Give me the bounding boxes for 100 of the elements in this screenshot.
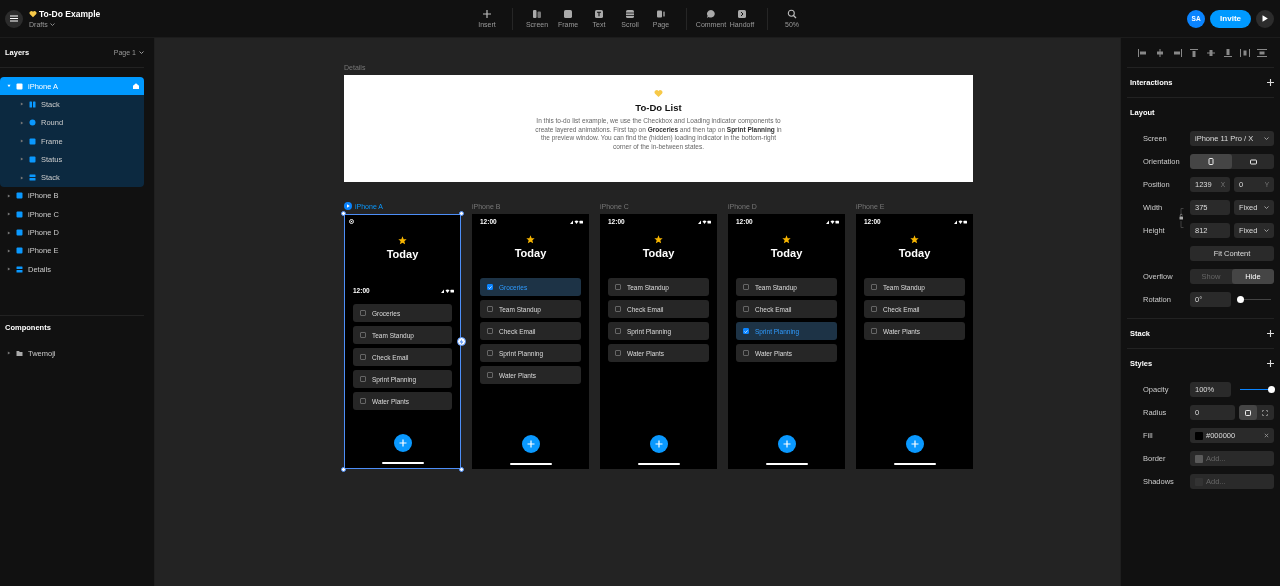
page-icon xyxy=(656,9,666,19)
distribute-horizontal-icon[interactable] xyxy=(1240,48,1250,57)
checkbox[interactable] xyxy=(487,328,493,334)
checkbox[interactable] xyxy=(487,306,493,312)
home-indicator xyxy=(893,463,936,465)
preview-button[interactable] xyxy=(1256,9,1274,28)
frame-icon xyxy=(29,137,36,145)
checkbox[interactable] xyxy=(871,306,877,312)
star-icon xyxy=(398,236,407,245)
checkbox[interactable] xyxy=(487,350,493,356)
play-icon xyxy=(344,202,352,210)
add-button[interactable] xyxy=(1267,79,1274,86)
home-indicator xyxy=(637,463,680,465)
screen-heading: Today xyxy=(770,247,803,260)
stack-icon xyxy=(29,100,36,108)
add-button[interactable] xyxy=(777,435,796,453)
resize-handle[interactable] xyxy=(341,211,346,216)
checkbox[interactable] xyxy=(615,284,621,290)
checkbox[interactable] xyxy=(743,328,749,334)
align-left-icon[interactable] xyxy=(1138,48,1148,57)
link-icon xyxy=(1179,207,1184,229)
lightning-icon xyxy=(459,338,464,345)
align-right-icon[interactable] xyxy=(1172,48,1182,57)
resize-handle[interactable] xyxy=(459,467,464,472)
resize-handle[interactable] xyxy=(341,467,346,472)
add-button[interactable] xyxy=(1267,360,1274,367)
add-button[interactable] xyxy=(649,435,668,453)
screen-heading: Today xyxy=(386,248,419,261)
orientation-option[interactable] xyxy=(1190,154,1232,169)
comment-icon xyxy=(706,9,716,19)
screen-heading: Today xyxy=(514,247,547,260)
close-icon[interactable] xyxy=(1264,433,1269,438)
chevron-down-icon xyxy=(139,51,144,54)
frame-icon xyxy=(16,82,23,90)
slider-thumb[interactable] xyxy=(1268,386,1275,393)
chevron-down-icon xyxy=(1264,137,1269,140)
add-button[interactable] xyxy=(905,435,924,453)
checkbox[interactable] xyxy=(360,332,366,338)
checkbox[interactable] xyxy=(615,350,621,356)
home-indicator xyxy=(765,463,808,465)
folder-icon xyxy=(16,349,23,357)
chevron-down-icon xyxy=(1264,206,1269,209)
checkbox[interactable] xyxy=(615,306,621,312)
project-title: To-Do Example xyxy=(39,9,101,19)
plus-icon xyxy=(1267,79,1274,86)
checkbox[interactable] xyxy=(743,284,749,290)
plus-icon xyxy=(782,440,791,448)
color-swatch xyxy=(1195,454,1203,463)
align-center-icon[interactable] xyxy=(1155,48,1165,57)
plus-icon xyxy=(1267,360,1274,367)
checkbox[interactable] xyxy=(871,328,877,334)
resize-handle[interactable] xyxy=(459,211,464,216)
checkbox[interactable] xyxy=(360,310,366,316)
chevron-down-icon xyxy=(49,23,55,26)
align-bottom-icon[interactable] xyxy=(1223,48,1233,57)
screen-icon xyxy=(532,9,542,19)
home-indicator xyxy=(381,462,424,464)
add-button[interactable] xyxy=(521,435,540,453)
add-button[interactable] xyxy=(1267,330,1274,337)
frame-icon xyxy=(563,9,573,19)
checkbox[interactable] xyxy=(615,328,621,334)
check-icon xyxy=(488,285,492,289)
screen-heading: Today xyxy=(898,247,931,260)
plus-icon xyxy=(482,9,492,19)
play-icon xyxy=(1262,15,1268,22)
chevron-down-icon xyxy=(1264,229,1269,232)
radius-individual-icon xyxy=(1262,409,1269,416)
radius-mode-option[interactable] xyxy=(1239,405,1257,420)
checkbox[interactable] xyxy=(360,398,366,404)
search-icon xyxy=(787,9,797,19)
status-icons xyxy=(698,220,711,224)
align-middle-icon[interactable] xyxy=(1206,48,1216,57)
plus-icon xyxy=(526,440,535,448)
radius-uniform-icon xyxy=(1244,409,1251,416)
align-top-icon[interactable] xyxy=(1189,48,1199,57)
check-icon xyxy=(744,329,748,333)
circle-icon xyxy=(29,119,36,127)
frame-icon xyxy=(16,210,23,218)
frame-icon xyxy=(16,247,23,255)
distribute-vertical-icon[interactable] xyxy=(1257,48,1267,57)
checkbox[interactable] xyxy=(487,284,493,290)
status-icons xyxy=(826,220,839,224)
star-icon xyxy=(782,235,791,244)
status-icons xyxy=(441,289,454,293)
portrait-icon xyxy=(1208,158,1214,165)
start-marker-icon xyxy=(349,219,354,224)
checkbox[interactable] xyxy=(743,350,749,356)
add-button[interactable] xyxy=(393,434,412,452)
interaction-button[interactable] xyxy=(457,337,466,346)
checkbox[interactable] xyxy=(487,372,493,378)
checkbox[interactable] xyxy=(360,354,366,360)
checkbox[interactable] xyxy=(743,306,749,312)
checkbox[interactable] xyxy=(871,284,877,290)
checkbox[interactable] xyxy=(360,376,366,382)
menu-button[interactable] xyxy=(5,9,23,28)
frame-icon xyxy=(16,229,23,236)
stack-icon xyxy=(16,265,23,273)
plus-icon xyxy=(910,440,919,448)
slider-thumb[interactable] xyxy=(1237,296,1244,303)
caret-icon xyxy=(7,84,11,89)
